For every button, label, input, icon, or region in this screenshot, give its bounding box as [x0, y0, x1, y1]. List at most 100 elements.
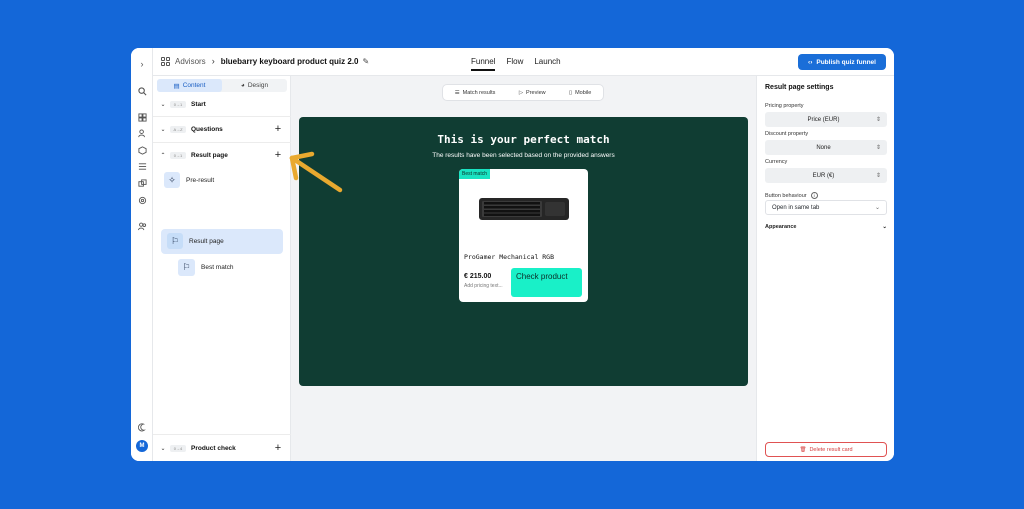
section-product-check[interactable]: ⌄ 0→4 Product check + — [153, 436, 291, 460]
discount-property-select[interactable]: None ⇕ — [765, 140, 887, 155]
apps-grid-icon — [161, 56, 170, 66]
section-label: Result page — [191, 151, 228, 159]
select-value: None — [816, 144, 831, 151]
section-tag: 0→4 — [170, 444, 186, 452]
list-item-result-page[interactable]: ⚐ Result page — [167, 233, 224, 249]
item-label: Best match — [201, 264, 234, 271]
pricing-property-select[interactable]: Price (EUR) ⇕ — [765, 112, 887, 127]
pricing-note[interactable]: Add pricing text... — [464, 283, 508, 290]
settings-title: Result page settings — [765, 84, 834, 91]
preview-label: Preview — [526, 89, 546, 96]
annotation-arrow — [289, 151, 343, 193]
moon-icon[interactable] — [136, 421, 148, 433]
trash-icon: 🗑 — [799, 446, 807, 453]
tab-design[interactable]: ◕ Design — [222, 79, 287, 92]
breadcrumb-root[interactable]: Advisors — [175, 57, 206, 66]
page-title: bluebarry keyboard product quiz 2.0 — [220, 56, 359, 66]
updown-chevron-icon: ⇕ — [875, 117, 881, 123]
item-label: Result page — [189, 237, 224, 245]
settings-icon[interactable] — [136, 194, 148, 206]
product-price: € 215.00 — [464, 273, 492, 280]
preview-canvas: ☰ Match results ▷ Preview ▯ Mobile This is … — [291, 76, 756, 461]
box-icon[interactable] — [136, 144, 148, 156]
check-product-button[interactable]: Check product — [511, 268, 582, 297]
preview-button[interactable]: ▷ Preview — [519, 90, 546, 96]
avatar[interactable]: M — [136, 440, 148, 452]
document-icon: ▤ — [173, 82, 180, 90]
list-icon[interactable] — [136, 160, 148, 172]
panel-switch: ▤ Content ◕ Design — [157, 79, 287, 92]
section-tag: 0→1 — [170, 151, 186, 159]
chevron-down-icon: ⌄ — [874, 205, 880, 211]
item-label: Pre-result — [186, 176, 215, 184]
discount-property-label: Discount property — [765, 131, 809, 137]
search-icon[interactable] — [136, 85, 148, 97]
mobile-label: Mobile — [575, 89, 592, 96]
section-tag: A→Z — [170, 125, 186, 133]
pencil-icon[interactable]: ✎ — [363, 57, 370, 66]
currency-label: Currency — [765, 159, 788, 165]
tab-content-label: Content — [182, 82, 206, 89]
add-product-plus-icon[interactable]: + — [271, 442, 285, 454]
mobile-button[interactable]: ▯ Mobile — [569, 90, 591, 96]
puzzle-icon[interactable] — [136, 177, 148, 189]
chevron-down-icon: ⌄ — [882, 224, 887, 230]
chevron-up-icon[interactable]: ⌃ — [156, 152, 170, 159]
result-page-preview[interactable]: This is your perfect match The results h… — [299, 117, 748, 386]
add-question-plus-icon[interactable]: + — [271, 123, 285, 135]
keyboard-product-image — [479, 198, 569, 220]
code-icon: ‹› — [808, 58, 813, 66]
button-behaviour-select[interactable]: Open in same tab ⌄ — [765, 200, 887, 215]
palette-icon: ◕ — [240, 82, 245, 89]
tab-flow[interactable]: Flow — [506, 57, 523, 71]
tab-funnel[interactable]: Funnel — [471, 57, 496, 71]
button-behaviour-text: Button behaviour — [765, 192, 807, 199]
main-tabs: Funnel Flow Launch — [471, 57, 561, 71]
chevron-down-icon[interactable]: ⌄ — [156, 101, 170, 108]
delete-label: Delete result card — [809, 446, 853, 453]
product-name: ProGamer Mechanical RGB — [464, 253, 555, 261]
result-subtitle: The results have been selected based on … — [432, 152, 615, 159]
chevron-down-icon[interactable]: ⌄ — [156, 126, 170, 133]
section-questions[interactable]: ⌄ A→Z Questions + — [153, 117, 291, 141]
select-value: Open in same tab — [772, 204, 820, 211]
result-card[interactable]: Best match ProGamer Mechanical RGB € 215… — [459, 169, 588, 302]
list-item-best-match[interactable]: ⚐ Best match — [178, 259, 234, 276]
settings-panel: Result page settings Pricing property Pr… — [756, 76, 894, 461]
currency-select[interactable]: EUR (€) ⇕ — [765, 168, 887, 183]
select-value: Price (EUR) — [807, 116, 840, 123]
expand-chevron-icon[interactable]: › — [136, 58, 148, 70]
flag-icon: ⚐ — [178, 259, 195, 276]
publish-button[interactable]: ‹› Publish quiz funnel — [798, 54, 886, 70]
tab-launch[interactable]: Launch — [534, 57, 560, 71]
result-headline: This is your perfect match — [437, 133, 610, 146]
pricing-property-label: Pricing property — [765, 103, 804, 109]
chevron-down-icon[interactable]: ⌄ — [156, 445, 170, 452]
updown-chevron-icon: ⇕ — [875, 173, 881, 179]
sparkle-icon: ✧ — [164, 172, 180, 188]
section-start[interactable]: ⌄ 0→1 Start — [153, 92, 291, 116]
team-icon[interactable] — [136, 220, 148, 232]
section-label: Questions — [191, 125, 223, 133]
info-icon[interactable]: i — [810, 192, 818, 199]
flag-icon: ⚐ — [167, 233, 183, 249]
dashboard-icon[interactable] — [136, 111, 148, 123]
delete-result-card-button[interactable]: 🗑 Delete result card — [765, 442, 887, 457]
appearance-section[interactable]: Appearance ⌄ — [765, 224, 887, 230]
content-panel: ▤ Content ◕ Design ⌄ 0→1 Start ⌄ A→Z Que… — [153, 76, 291, 461]
list-item-pre-result[interactable]: ✧ Pre-result — [164, 172, 214, 188]
icon-rail: › M — [131, 48, 153, 461]
section-result-page[interactable]: ⌃ 0→1 Result page + — [153, 143, 291, 167]
breadcrumb: Advisors › bluebarry keyboard product qu… — [161, 56, 369, 66]
section-label: Start — [191, 100, 206, 108]
tab-design-label: Design — [247, 82, 269, 89]
section-label: Product check — [191, 444, 236, 452]
tab-content[interactable]: ▤ Content — [157, 79, 222, 92]
match-results-button[interactable]: ☰ Match results — [455, 90, 496, 96]
updown-chevron-icon: ⇕ — [875, 145, 881, 151]
top-bar: Advisors › bluebarry keyboard product qu… — [153, 48, 894, 76]
best-match-badge: Best match — [459, 169, 491, 179]
button-behaviour-label: Button behaviour i — [765, 192, 818, 199]
match-results-label: Match results — [462, 89, 496, 96]
users-icon[interactable] — [136, 127, 148, 139]
